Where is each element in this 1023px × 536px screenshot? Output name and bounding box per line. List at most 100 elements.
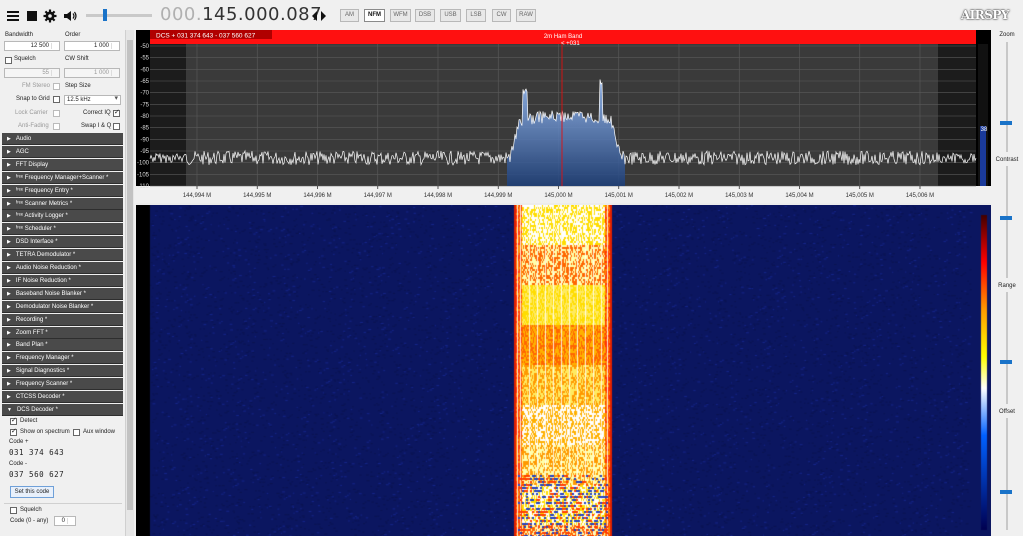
aux-window-checkbox[interactable] [73,429,80,436]
plugin-header[interactable]: ▶ ᶠʳᵉᵉ Activity Logger * [2,210,123,223]
offset-slider-track[interactable] [1006,418,1008,530]
db-tick-label: -60 [140,67,149,73]
order-input[interactable]: 1 000 [64,41,120,51]
contrast-slider-thumb[interactable] [1000,216,1012,220]
dcs-squelch-checkbox[interactable] [10,507,17,514]
mode-button-dsb[interactable]: DSB [415,9,435,22]
plugin-title: ᶠʳᵉᵉ Frequency Entry * [15,187,73,194]
plugin-header[interactable]: ▶ Frequency Manager * [2,352,123,365]
contrast-label: Contrast [995,157,1019,163]
code-any-input[interactable]: 0 [54,516,76,526]
stop-icon[interactable] [25,9,39,23]
collapsed-arrow-icon: ▶ [7,226,11,233]
level-meter-fill [980,126,986,186]
collapsed-arrow-icon: ▶ [7,355,11,362]
correct-iq-checkbox[interactable] [113,108,120,117]
fmstereo-checkbox[interactable] [53,83,60,90]
bandwidth-input[interactable]: 12 500 [4,41,60,51]
mode-button-wfm[interactable]: WFM [390,9,411,22]
plugin-header[interactable]: ▶ ᶠʳᵉᵉ Frequency Entry * [2,184,123,197]
plugin-header[interactable]: ▶ CTCSS Decoder * [2,391,123,403]
swap-iq-checkbox[interactable] [113,123,120,130]
step-size-select[interactable]: 12.5 kHz [64,95,121,105]
plugin-header[interactable]: ▶ ᶠʳᵉᵉ Frequency Manager+Scanner * [2,171,123,184]
lock-carrier-checkbox[interactable] [53,110,60,117]
show-on-spectrum-checkbox[interactable] [10,427,17,436]
plugin-header[interactable]: ▶ Baseband Noise Blanker * [2,287,123,300]
freq-tick-label: 145,000 M [544,193,572,199]
waterfall-display[interactable] [136,205,991,536]
freq-tick-label: 144,996 M [303,193,331,199]
plugin-header[interactable]: ▶ ᶠʳᵉᵉ Scanner Metrics * [2,197,123,210]
plugin-header[interactable]: ▶ IF Noise Reduction * [2,274,123,287]
left-panel: Bandwidth 12 500 Order 1 000 Squelch CW … [0,30,136,536]
mode-button-nfm[interactable]: NFM [364,9,385,22]
mode-button-am[interactable]: AM [340,9,359,22]
zoom-slider-track[interactable] [1006,42,1008,152]
fmstereo-label: FM Stereo [22,83,51,89]
cwshift-input[interactable]: 1 000 [64,68,120,78]
snap-to-grid-label: Snap to Grid [16,96,50,102]
squelch-input[interactable]: 55 [4,68,60,78]
gear-icon[interactable] [43,9,57,23]
plugin-title: Zoom FFT * [15,329,48,336]
mode-button-cw[interactable]: CW [492,9,511,22]
plugin-header[interactable]: ▶ Audio [2,133,123,145]
db-tick-label: -80 [140,114,149,120]
plugin-header[interactable]: ▶ AGC [2,145,123,158]
dcs-divider [4,503,122,504]
spectrum-analyzer[interactable]: -50 -55 -60 -65 -70 -75 -80 -85 -90 -95 -100 -105 -1… [136,30,991,203]
range-slider-track[interactable] [1006,292,1008,404]
set-this-code-button[interactable]: Set this code [10,486,54,498]
squelch-checkbox[interactable] [5,57,12,64]
plugin-header[interactable]: ▶ Band Plan * [2,339,123,352]
tuning-arrows-icon[interactable] [312,11,326,21]
plugin-header[interactable]: ▶ Frequency Scanner * [2,378,123,391]
plugin-title: Band Plan * [15,342,48,349]
zoom-slider-thumb[interactable] [1000,121,1012,125]
freq-tick-label: 145,004 M [785,193,813,199]
freq-tick-label: 145,002 M [665,193,693,199]
plugin-header[interactable]: ▶ DSD Interface * [2,236,123,249]
mode-button-raw[interactable]: RAW [516,9,536,22]
speaker-icon[interactable] [63,9,77,23]
collapsed-arrow-icon: ▶ [7,381,11,388]
left-panel-scrollbar[interactable] [125,30,134,536]
plugin-title: Signal Diagnostics * [15,368,70,375]
mode-button-usb[interactable]: USB [440,9,461,22]
plugin-header[interactable]: ▶ Demodulator Noise Blanker * [2,300,123,313]
volume-slider[interactable] [86,9,152,21]
plugin-header[interactable]: ▶ Audio Noise Reduction * [2,262,123,274]
plugin-header[interactable]: ▶ FFT Display [2,158,123,171]
menu-icon[interactable] [6,9,20,23]
airspy-logo: AIRSPY [960,8,1010,22]
detect-checkbox[interactable] [10,416,17,425]
collapsed-arrow-icon: ▶ [7,342,11,349]
freq-tick-label: 145,006 M [906,193,934,199]
plugin-title: ᶠʳᵉᵉ Scanner Metrics * [15,200,73,207]
anti-fading-checkbox[interactable] [53,123,60,130]
collapsed-arrow-icon: ▶ [7,161,11,168]
freq-tick-label: 145,003 M [725,193,753,199]
frequency-value: 145.000.087 [202,4,323,25]
frequency-display[interactable]: 000.145.000.087 [160,4,322,25]
plugin-header[interactable]: ▶ Zoom FFT * [2,326,123,339]
plugin-header[interactable]: ▶ Recording * [2,313,123,326]
plugin-header[interactable]: ▶ Signal Diagnostics * [2,365,123,378]
plugin-header[interactable]: ▶ ᶠʳᵉᵉ Scheduler * [2,223,123,236]
volume-slider-thumb[interactable] [103,9,107,21]
snap-to-grid-checkbox[interactable] [53,96,60,103]
range-slider-thumb[interactable] [1000,360,1012,364]
db-tick-label: -65 [140,79,149,85]
left-panel-scrollbar-thumb[interactable] [127,40,133,510]
frequency-prefix: 000. [160,4,203,25]
db-tick-label: -55 [140,56,149,62]
offset-slider-thumb[interactable] [1000,490,1012,494]
contrast-slider-track[interactable] [1006,166,1008,278]
collapsed-arrow-icon: ▶ [7,252,11,259]
plugin-header[interactable]: ▼ DCS Decoder * [2,403,123,416]
freq-tick-label: 144,994 M [183,193,211,199]
mode-button-lsb[interactable]: LSB [466,9,486,22]
plugin-title: CTCSS Decoder * [15,394,65,400]
plugin-header[interactable]: ▶ TETRA Demodulator * [2,249,123,262]
